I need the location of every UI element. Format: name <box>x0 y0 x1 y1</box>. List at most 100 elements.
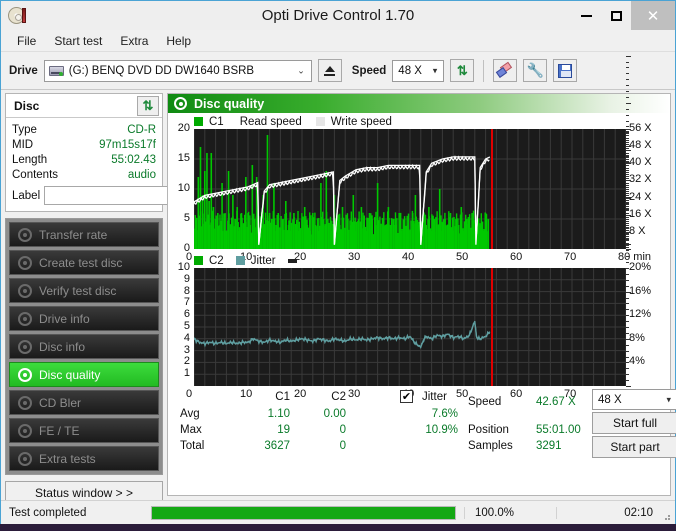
axis-tick <box>626 344 629 346</box>
jitter-label: Jitter <box>422 391 447 403</box>
menu-item-help[interactable]: Help <box>158 32 199 50</box>
y-tick-label: 8 <box>183 284 190 297</box>
refresh-icon: ⇅ <box>142 97 154 113</box>
panel-title: Disc quality <box>194 96 265 111</box>
position-stat-label: Position <box>468 424 509 436</box>
axis-tick <box>626 210 629 212</box>
axis-tick <box>626 262 629 264</box>
axis-tick <box>626 238 629 240</box>
disc-panel-header: Disc ⇅ <box>6 94 162 118</box>
refresh-button[interactable]: ⇅ <box>450 59 475 82</box>
fe-te-icon <box>18 423 32 438</box>
statistics-panel: Avg Max Total C1 1.10 19 3627 C2 0.00 0 … <box>168 386 676 458</box>
menu-item-extra[interactable]: Extra <box>112 32 156 50</box>
resize-grip[interactable] <box>661 511 671 521</box>
eject-button[interactable] <box>317 59 342 82</box>
legend-swatch-c1 <box>194 117 203 126</box>
axis-tick <box>626 186 629 188</box>
y-tick-label: 9 <box>183 272 190 285</box>
y2-tick-label: 16 X <box>629 207 652 220</box>
save-button[interactable] <box>553 59 578 82</box>
sidebar-item-extra-tests[interactable]: Extra tests <box>9 446 159 471</box>
axis-tick <box>626 223 629 225</box>
nav-list: Transfer rate Create test disc Verify te… <box>5 218 163 475</box>
disc-quality-panel: Disc quality C1 Read speed Write speed 0… <box>167 55 676 496</box>
menu-item-file[interactable]: File <box>9 32 44 50</box>
eraser-icon <box>496 61 513 78</box>
axis-tick <box>626 91 629 92</box>
position-stat-value: 55:01.00 <box>536 424 581 436</box>
y-tick-label: 15 <box>177 152 190 164</box>
erase-button[interactable] <box>493 59 518 82</box>
test-speed-select[interactable]: 48 X ▾ <box>592 389 676 410</box>
disc-row-key: Contents <box>12 168 59 181</box>
disc-row-value: audio <box>127 168 156 181</box>
axis-tick <box>626 129 631 130</box>
sidebar-item-disc-quality[interactable]: Disc quality <box>9 362 159 387</box>
disc-row-mid: MID 97m15s17f <box>12 137 156 152</box>
axis-tick <box>626 182 629 184</box>
sidebar-item-label: Verify test disc <box>39 283 117 298</box>
axis-tick <box>626 120 629 122</box>
axis-tick <box>626 321 629 323</box>
c2-plot-area[interactable] <box>194 268 626 386</box>
test-speed-value: 48 X <box>598 393 622 406</box>
position-marker <box>491 268 493 386</box>
disc-refresh-button[interactable]: ⇅ <box>137 95 159 116</box>
axis-tick <box>626 55 631 57</box>
maximize-button[interactable] <box>601 1 631 30</box>
axis-tick <box>626 138 629 140</box>
start-full-button[interactable]: Start full <box>592 412 676 434</box>
y-tick-label: 20 <box>177 122 190 134</box>
y-tick-label: 5 <box>183 320 190 332</box>
sidebar: Disc ⇅ Type CD-R MID 97m15s17f Length 55… <box>1 90 249 505</box>
axis-tick <box>626 350 629 352</box>
axis-tick <box>626 156 629 158</box>
axis-tick <box>626 67 629 69</box>
start-part-button[interactable]: Start part <box>592 436 676 458</box>
axis-tick <box>626 216 629 218</box>
c2-legend: C2 Jitter <box>172 253 666 268</box>
close-icon[interactable]: ✕ <box>631 1 675 30</box>
disc-info-rows: Type CD-R MID 97m15s17f Length 55:02.43 … <box>6 118 249 211</box>
drive-select[interactable]: (G:) BENQ DVD DD DW1640 BSRB ⌄ <box>43 59 312 82</box>
axis-tick <box>626 152 629 154</box>
c1-plot-area[interactable] <box>194 129 626 249</box>
axis-tick <box>626 362 629 364</box>
y-tick-label: 4 <box>183 331 190 344</box>
axis-tick <box>626 167 629 169</box>
speed-select[interactable]: 48 X ▾ <box>392 59 445 82</box>
stat-row-label-max: Max <box>180 424 202 436</box>
sidebar-item-verify-test-disc[interactable]: Verify test disc <box>9 278 159 303</box>
sidebar-item-cd-bler[interactable]: CD Bler <box>9 390 159 415</box>
y2-tick-label: 40 X <box>629 156 652 169</box>
axis-tick <box>626 303 629 305</box>
jitter-checkbox[interactable]: ✔ <box>400 390 413 403</box>
tools-button[interactable]: 🔧 <box>523 59 548 82</box>
legend-swatch-c2 <box>194 256 203 265</box>
y-tick-label: 6 <box>183 308 190 321</box>
stat-col-header-c1: C1 <box>275 391 290 403</box>
sidebar-item-drive-info[interactable]: Drive info <box>9 306 159 331</box>
y-tick-label: 5 <box>183 212 190 224</box>
y-tick-label: 1 <box>183 367 190 380</box>
sidebar-item-create-test-disc[interactable]: Create test disc <box>9 250 159 275</box>
c2-jitter-chart: C2 Jitter 1 2 3 4 5 6 7 8 9 10 4% 8% 12% 16% 20% 0 10 2… <box>168 55 670 400</box>
legend-label-read-speed: Read speed <box>239 115 302 128</box>
sidebar-item-fe-te[interactable]: FE / TE <box>9 418 159 443</box>
axis-tick <box>626 356 629 358</box>
axis-tick <box>626 150 631 151</box>
axis-tick <box>626 139 629 141</box>
sidebar-item-transfer-rate[interactable]: Transfer rate <box>9 222 159 247</box>
legend-swatch-extra <box>287 258 297 263</box>
c1-chart: C1 Read speed Write speed 0 5 10 15 20 8 X 16… <box>168 113 670 264</box>
menu-item-start-test[interactable]: Start test <box>46 32 110 50</box>
minimize-button[interactable] <box>571 1 601 30</box>
axis-tick <box>626 226 629 228</box>
stat-max-jitter: 10.9% <box>425 424 458 436</box>
disc-row-contents: Contents audio <box>12 167 156 182</box>
sidebar-item-disc-info[interactable]: Disc info <box>9 334 159 359</box>
legend-swatch-jitter <box>235 256 245 265</box>
stat-row-label-avg: Avg <box>180 408 200 420</box>
axis-tick <box>626 232 629 234</box>
